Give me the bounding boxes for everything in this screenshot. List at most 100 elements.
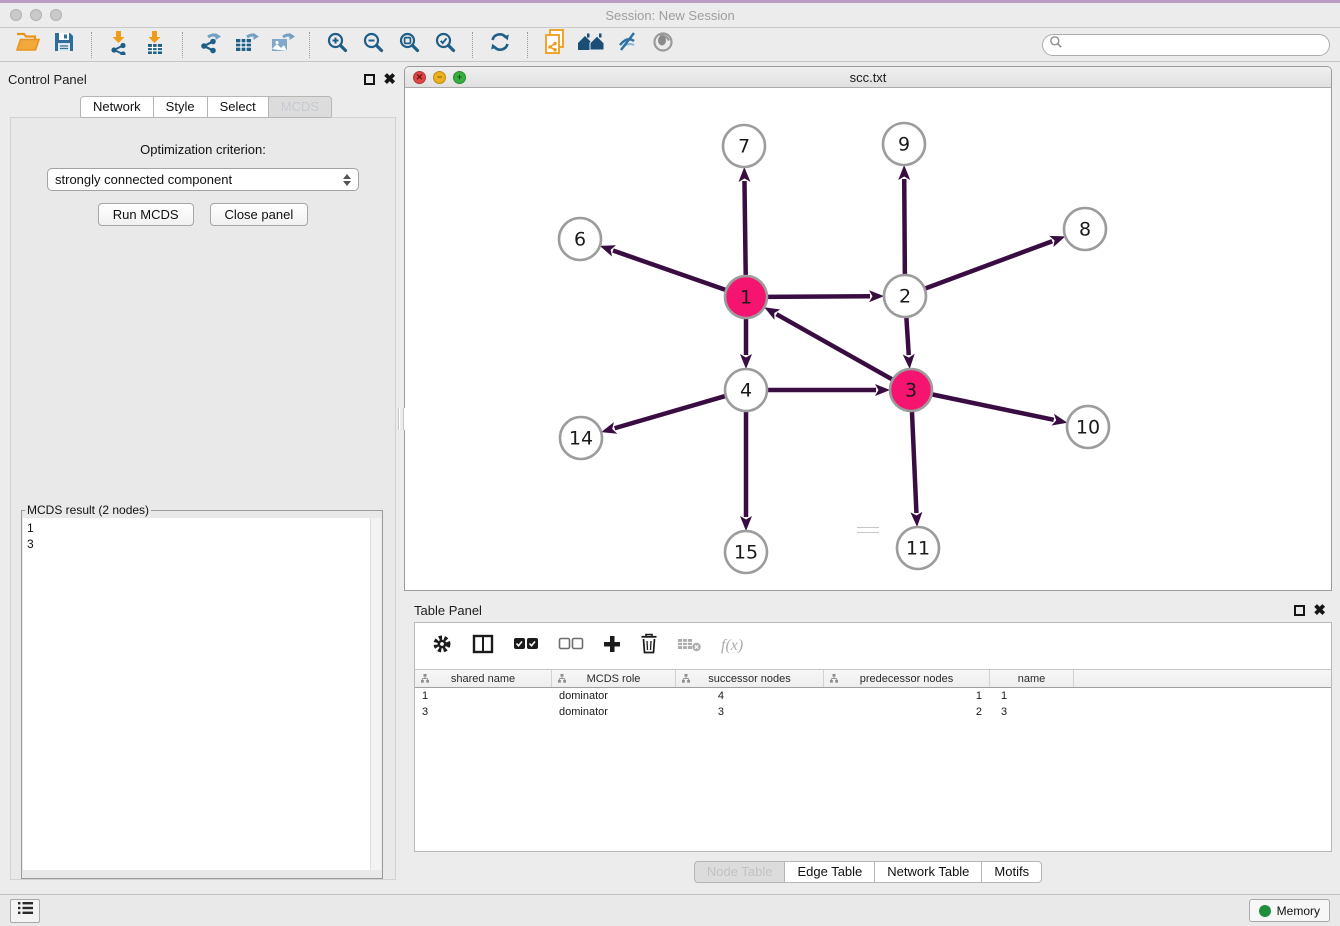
- new-network-from-file-button[interactable]: [540, 31, 570, 59]
- tab-edge-table[interactable]: Edge Table: [785, 861, 875, 883]
- home-button[interactable]: [576, 31, 606, 59]
- close-panel-icon[interactable]: ✖: [383, 74, 396, 85]
- hide-panel-button[interactable]: [612, 31, 642, 59]
- graph-edge-2-9[interactable]: [904, 179, 905, 277]
- task-history-button[interactable]: [10, 899, 40, 923]
- select-stepper-icon: [343, 174, 351, 186]
- table-cell[interactable]: dominator: [552, 704, 676, 720]
- table-cell[interactable]: 1: [415, 688, 552, 704]
- table-empty-area: [415, 720, 1331, 851]
- horizontal-splitter-handle[interactable]: [857, 527, 879, 534]
- graph-edge-3-11[interactable]: [912, 409, 917, 513]
- table-cell[interactable]: 2: [824, 704, 990, 720]
- column-header-mcds-role[interactable]: MCDS role: [552, 670, 676, 687]
- column-header-filler: [1074, 670, 1331, 687]
- import-network-button[interactable]: [104, 31, 134, 59]
- zoom-out-button[interactable]: [358, 31, 388, 59]
- table-row[interactable]: 3dominator323: [415, 704, 1331, 720]
- graph-edge-3-1[interactable]: [776, 314, 894, 380]
- column-header-successor-nodes[interactable]: successor nodes: [676, 670, 824, 687]
- close-panel-button[interactable]: Close panel: [210, 203, 309, 226]
- graph-edge-2-8[interactable]: [923, 241, 1052, 289]
- vertical-splitter-handle[interactable]: [398, 408, 405, 430]
- graph-node-label: 10: [1076, 417, 1100, 439]
- graph-node-label: 8: [1079, 219, 1091, 241]
- export-network-button[interactable]: [195, 31, 225, 59]
- graph-edge-3-10[interactable]: [930, 394, 1054, 420]
- graph-node-label: 6: [574, 229, 586, 251]
- tab-network-table[interactable]: Network Table: [875, 861, 982, 883]
- zoom-in-button[interactable]: [322, 31, 352, 59]
- table-cell[interactable]: dominator: [552, 688, 676, 704]
- float-panel-icon[interactable]: [364, 74, 375, 85]
- graph-edge-1-6[interactable]: [613, 251, 728, 291]
- zoom-selected-button[interactable]: [430, 31, 460, 59]
- tab-motifs[interactable]: Motifs: [982, 861, 1042, 883]
- deselect-all-icon[interactable]: [558, 637, 584, 655]
- split-panel-icon[interactable]: [472, 634, 494, 659]
- graph-edge-2-3[interactable]: [906, 315, 909, 355]
- table-row[interactable]: 1dominator411: [415, 688, 1331, 704]
- refresh-button[interactable]: [485, 31, 515, 59]
- network-canvas[interactable]: 7968124314101511: [405, 88, 1331, 590]
- result-scrollbar[interactable]: [370, 518, 381, 870]
- graph-edge-4-14[interactable]: [615, 395, 728, 428]
- table-header-row: shared name MCDS role successor nodes: [415, 669, 1331, 688]
- export-table-button[interactable]: [231, 31, 261, 59]
- toolbar-separator: [527, 32, 528, 58]
- memory-button[interactable]: Memory: [1249, 899, 1330, 922]
- mcds-result-text[interactable]: 1 3: [23, 518, 370, 870]
- panel-divider[interactable]: [404, 591, 1332, 598]
- table-cell[interactable]: 1: [824, 688, 990, 704]
- export-image-button[interactable]: [267, 31, 297, 59]
- memory-status-icon: [1259, 905, 1271, 917]
- tab-mcds[interactable]: MCDS: [269, 96, 332, 118]
- export-network-icon: [197, 29, 223, 60]
- search-field[interactable]: [1042, 34, 1330, 56]
- zoom-fit-button[interactable]: [394, 31, 424, 59]
- table-cell[interactable]: 3: [415, 704, 552, 720]
- open-session-button[interactable]: [13, 31, 43, 59]
- eye-button[interactable]: [648, 31, 678, 59]
- save-session-button[interactable]: [49, 31, 79, 59]
- zoom-in-icon: [325, 30, 349, 59]
- tab-style[interactable]: Style: [154, 96, 208, 118]
- column-header-predecessor-nodes[interactable]: predecessor nodes: [824, 670, 990, 687]
- float-table-panel-icon[interactable]: [1294, 605, 1305, 616]
- search-input[interactable]: [1067, 36, 1329, 54]
- run-mcds-button[interactable]: Run MCDS: [98, 203, 194, 226]
- trash-icon[interactable]: [640, 633, 658, 659]
- tab-node-table[interactable]: Node Table: [694, 861, 786, 883]
- graph-edge-1-2[interactable]: [765, 296, 870, 297]
- graph-node-label: 7: [738, 136, 750, 158]
- import-table-icon: [142, 29, 168, 60]
- graph-edge-1-7[interactable]: [744, 181, 745, 278]
- network-graph[interactable]: 7968124314101511: [405, 88, 1327, 589]
- column-header-name[interactable]: name: [990, 670, 1074, 687]
- close-table-panel-icon[interactable]: ✖: [1313, 605, 1326, 616]
- network-window-titlebar[interactable]: scc.txt ✕ − +: [405, 67, 1331, 88]
- add-column-icon[interactable]: [603, 635, 621, 658]
- network-view-window: scc.txt ✕ − + 7968124314101511: [404, 66, 1332, 591]
- tree-icon: [421, 674, 429, 686]
- delete-table-icon: [677, 636, 702, 657]
- table-cell[interactable]: 3: [676, 704, 824, 720]
- gear-icon[interactable]: [431, 633, 453, 660]
- import-table-button[interactable]: [140, 31, 170, 59]
- list-icon: [17, 901, 34, 920]
- column-header-shared-name[interactable]: shared name: [415, 670, 552, 687]
- graph-node-label: 11: [906, 538, 930, 560]
- control-panel-title: Control Panel: [8, 72, 87, 87]
- tab-select[interactable]: Select: [208, 96, 269, 118]
- table-cell[interactable]: 4: [676, 688, 824, 704]
- graph-node-label: 2: [899, 286, 911, 308]
- select-all-icon[interactable]: [513, 637, 539, 655]
- table-cell[interactable]: 3: [990, 704, 1074, 720]
- control-panel-tabs: Network Style Select MCDS: [8, 96, 404, 118]
- table-cell[interactable]: 1: [990, 688, 1074, 704]
- tab-network[interactable]: Network: [80, 96, 154, 118]
- export-image-icon: [269, 29, 296, 60]
- table-cell-filler: [1074, 688, 1331, 704]
- main-area: Control Panel ✖ Network Style Select MCD…: [0, 62, 1340, 894]
- criterion-select[interactable]: strongly connected component: [47, 168, 359, 191]
